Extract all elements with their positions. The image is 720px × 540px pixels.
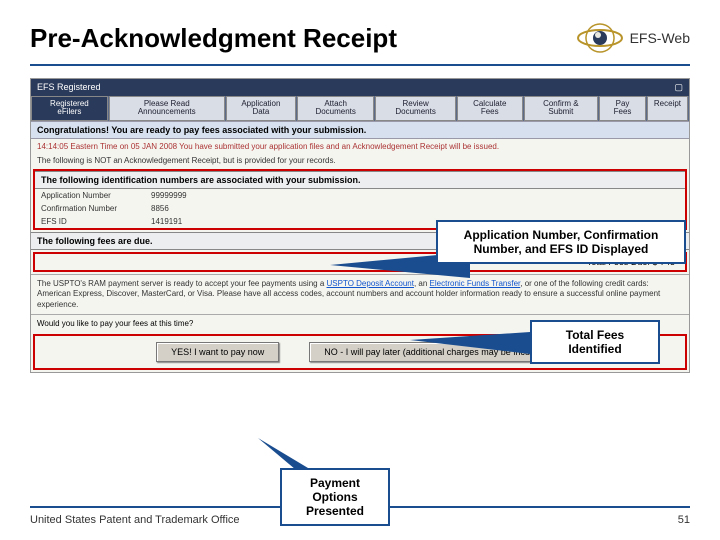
tab-attach-documents[interactable]: Attach Documents — [297, 96, 374, 121]
tab-pay-fees[interactable]: Pay Fees — [599, 96, 646, 121]
row-application-number: Application Number99999999 — [35, 189, 685, 202]
window-control-icon: ▢ — [674, 82, 683, 93]
footer-org: United States Patent and Trademark Offic… — [30, 514, 240, 526]
congrats-banner: Congratulations! You are ready to pay fe… — [31, 121, 689, 139]
callout-fees: Total Fees Identified — [530, 320, 660, 364]
pay-now-button[interactable]: YES! I want to pay now — [156, 342, 279, 362]
tab-confirm-submit[interactable]: Confirm & Submit — [524, 96, 599, 121]
link-eft[interactable]: Electronic Funds Transfer — [430, 279, 521, 288]
row-confirmation-number: Confirmation Number8856 — [35, 202, 685, 215]
orbit-icon — [576, 20, 624, 56]
ids-section-head: The following identification numbers are… — [35, 171, 685, 189]
callout-payment: Payment Options Presented — [280, 468, 390, 526]
notice-text: The following is NOT an Acknowledgement … — [31, 154, 689, 167]
link-deposit-account[interactable]: USPTO Deposit Account — [327, 279, 414, 288]
timeline-text: 14:14:05 Eastern Time on 05 JAN 2008 You… — [31, 139, 689, 154]
tab-calculate-fees[interactable]: Calculate Fees — [457, 96, 523, 121]
payment-info-text: The USPTO's RAM payment server is ready … — [31, 275, 689, 314]
tab-review-documents[interactable]: Review Documents — [375, 96, 456, 121]
tab-announcements[interactable]: Please Read Announcements — [109, 96, 225, 121]
logo-text: EFS-Web — [630, 30, 690, 46]
tab-strip: Registered eFilers Please Read Announcem… — [31, 96, 689, 121]
efs-web-logo: EFS-Web — [576, 20, 690, 56]
page-title: Pre-Acknowledgment Receipt — [30, 23, 397, 54]
page-number: 51 — [678, 514, 690, 526]
callout-fees-pointer — [410, 332, 530, 354]
tab-registered-efilers[interactable]: Registered eFilers — [31, 96, 108, 121]
callout-ids: Application Number, Confirmation Number,… — [436, 220, 686, 264]
window-titlebar: EFS Registered ▢ — [31, 79, 689, 96]
tab-receipt[interactable]: Receipt — [647, 96, 688, 121]
window-title: EFS Registered — [37, 82, 101, 93]
header-rule — [30, 64, 690, 66]
tab-application-data[interactable]: Application Data — [226, 96, 296, 121]
